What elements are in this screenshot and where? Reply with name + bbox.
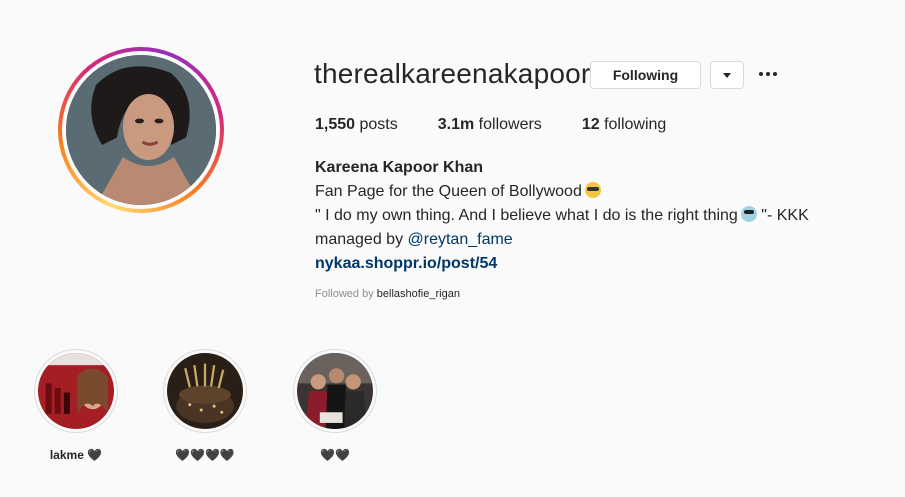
followers-count: 3.1m	[437, 116, 475, 133]
suggestions-dropdown-button[interactable]	[710, 61, 744, 89]
following-button[interactable]: Following	[590, 61, 701, 89]
followers-stat[interactable]: 3.1m followers	[438, 116, 542, 134]
highlight-label: 🖤🖤	[320, 448, 350, 462]
following-count: 12	[581, 116, 600, 133]
following-stat[interactable]: 12 following	[582, 116, 667, 134]
highlight-cover-image	[38, 353, 114, 429]
following-label: following	[604, 116, 667, 133]
posts-count: 1,550	[315, 116, 356, 133]
highlight-cover-image	[297, 353, 373, 429]
followed-by[interactable]: Followed by bellashofie_rigan	[315, 288, 460, 300]
bio-line-1: Fan Page for the Queen of Bollywood	[315, 180, 809, 204]
followed-by-user: bellashofie_rigan	[376, 288, 460, 300]
bio-mention-link[interactable]: @reytan_fame	[408, 231, 513, 248]
highlight-cover-image	[167, 353, 243, 429]
avatar-photo	[66, 55, 216, 205]
bio-line-2: " I do my own thing. And I believe what …	[315, 206, 809, 224]
sunglasses-emoji-icon	[584, 182, 601, 198]
posts-stat: 1,550 posts	[315, 116, 398, 134]
profile-avatar[interactable]	[58, 47, 224, 213]
bio-website-link[interactable]: nykaa.shoppr.io/post/54	[315, 252, 809, 276]
profile-page: therealkareenakapoor Following 1,550 pos…	[0, 0, 905, 497]
cool-face-emoji-icon	[740, 206, 757, 222]
more-options-icon	[759, 72, 763, 76]
followers-label: followers	[478, 116, 542, 133]
profile-username: therealkareenakapoor	[314, 58, 591, 89]
profile-full-name: Kareena Kapoor Khan	[315, 159, 484, 176]
profile-bio: Kareena Kapoor Khan Fan Page for the Que…	[315, 156, 809, 276]
profile-stats: 1,550 posts 3.1m followers 12 following	[315, 116, 706, 134]
posts-label: posts	[359, 116, 398, 133]
chevron-down-icon	[723, 72, 731, 78]
more-options-button[interactable]	[756, 64, 780, 84]
highlight-label: lakme 🖤	[49, 448, 103, 462]
story-highlight[interactable]: 🖤🖤🖤🖤	[160, 349, 250, 462]
story-highlight[interactable]: lakme 🖤	[31, 349, 121, 462]
highlight-label: 🖤🖤🖤🖤	[175, 448, 235, 462]
story-highlight[interactable]: 🖤🖤	[290, 349, 380, 462]
bio-line-3: managed by @reytan_fame	[315, 231, 513, 248]
